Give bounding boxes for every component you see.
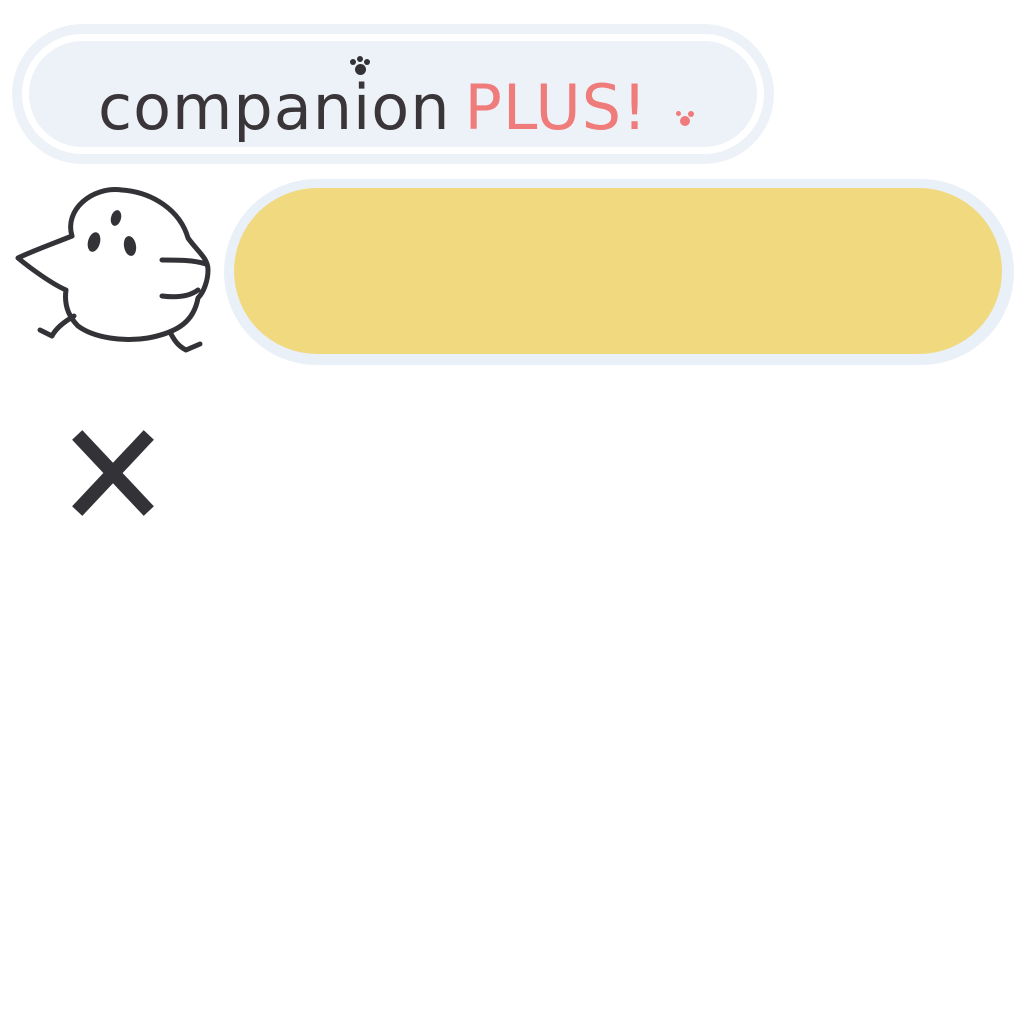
paw-print-icon <box>350 56 372 80</box>
logo-word: companion <box>98 71 451 144</box>
logo-text: companion PLUS! <box>98 77 648 139</box>
close-icon <box>72 430 154 516</box>
speech-bubble <box>224 179 1014 365</box>
bird-mascot-icon <box>15 187 211 353</box>
logo-badge: companion PLUS! <box>12 24 774 164</box>
logo-plus: PLUS! <box>464 71 648 144</box>
companion-overlay: companion PLUS! <box>0 0 1024 1024</box>
close-button[interactable] <box>72 430 156 516</box>
paw-print-accent-icon <box>676 110 698 132</box>
speech-bubble-fill <box>234 188 1002 354</box>
